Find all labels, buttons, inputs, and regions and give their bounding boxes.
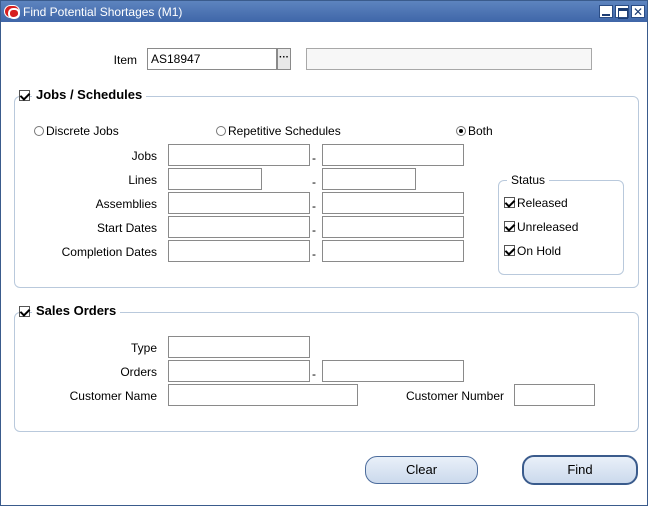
- orders-label: Orders: [120, 365, 157, 379]
- jobs-schedules-title: Jobs / Schedules: [32, 87, 147, 102]
- range-separator: -: [312, 223, 316, 237]
- jobs-label: Jobs: [131, 149, 157, 163]
- completion-dates-label: Completion Dates: [61, 245, 157, 259]
- orders-from-input[interactable]: [168, 360, 310, 382]
- customer-number-input[interactable]: [514, 384, 595, 406]
- range-separator: -: [312, 367, 316, 381]
- item-label: Item: [113, 53, 137, 67]
- assemblies-to-input[interactable]: [322, 192, 464, 214]
- completion-dates-from-input[interactable]: [168, 240, 310, 262]
- on-hold-checkbox[interactable]: [504, 245, 515, 256]
- find-potential-shortages-window: Find Potential Shortages (M1) ✕ Item AS1…: [0, 0, 648, 506]
- unreleased-checkbox[interactable]: [504, 221, 515, 232]
- item-input[interactable]: AS18947: [147, 48, 277, 70]
- repetitive-schedules-label: Repetitive Schedules: [228, 124, 341, 138]
- completion-dates-to-input[interactable]: [322, 240, 464, 262]
- find-button[interactable]: Find: [522, 455, 638, 485]
- jobs-schedules-checkbox[interactable]: [19, 90, 30, 101]
- item-description-field: [306, 48, 592, 70]
- assemblies-from-input[interactable]: [168, 192, 310, 214]
- released-checkbox[interactable]: [504, 197, 515, 208]
- discrete-jobs-radio[interactable]: [34, 126, 44, 136]
- lines-to-input[interactable]: [322, 168, 416, 190]
- title-bar[interactable]: Find Potential Shortages (M1) ✕: [1, 1, 647, 22]
- clear-button[interactable]: Clear: [365, 456, 478, 484]
- status-title: Status: [507, 173, 550, 187]
- range-separator: -: [312, 175, 316, 189]
- maximize-icon[interactable]: [615, 5, 629, 19]
- customer-name-input[interactable]: [168, 384, 358, 406]
- jobs-from-input[interactable]: [168, 144, 310, 166]
- customer-name-label: Customer Name: [69, 389, 157, 403]
- window-title: Find Potential Shortages (M1): [23, 5, 183, 19]
- start-dates-to-input[interactable]: [322, 216, 464, 238]
- both-radio[interactable]: [456, 126, 466, 136]
- repetitive-schedules-radio[interactable]: [216, 126, 226, 136]
- type-input[interactable]: [168, 336, 310, 358]
- assemblies-label: Assemblies: [95, 197, 157, 211]
- start-dates-from-input[interactable]: [168, 216, 310, 238]
- unreleased-label: Unreleased: [517, 220, 579, 234]
- minimize-icon[interactable]: [599, 5, 613, 18]
- close-icon[interactable]: ✕: [631, 5, 645, 18]
- customer-number-label: Customer Number: [405, 389, 504, 403]
- range-separator: -: [312, 247, 316, 261]
- discrete-jobs-label: Discrete Jobs: [46, 124, 119, 138]
- jobs-to-input[interactable]: [322, 144, 464, 166]
- orders-to-input[interactable]: [322, 360, 464, 382]
- start-dates-label: Start Dates: [96, 221, 157, 235]
- sales-orders-title: Sales Orders: [32, 303, 121, 318]
- lines-label: Lines: [128, 173, 157, 187]
- oracle-app-icon: [4, 5, 20, 19]
- range-separator: -: [312, 151, 316, 165]
- both-label: Both: [468, 124, 493, 138]
- sales-orders-checkbox[interactable]: [19, 306, 30, 317]
- range-separator: -: [312, 199, 316, 213]
- list-of-values-icon[interactable]: ···: [277, 48, 291, 70]
- on-hold-label: On Hold: [517, 244, 562, 258]
- released-label: Released: [517, 196, 568, 210]
- type-label: Type: [130, 341, 157, 355]
- lines-from-input[interactable]: [168, 168, 262, 190]
